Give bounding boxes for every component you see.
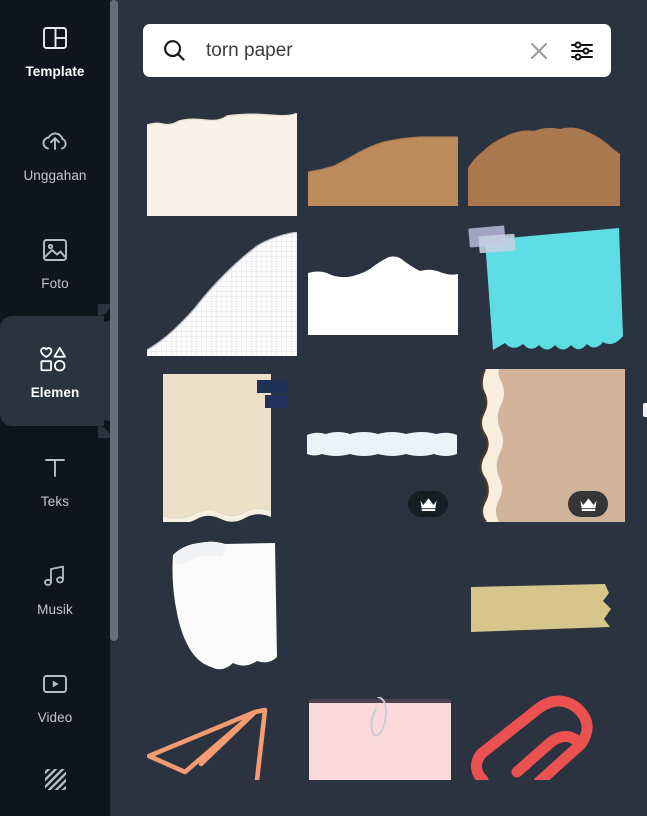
premium-badge — [568, 491, 608, 517]
sidebar-item-background[interactable] — [0, 750, 110, 816]
video-play-icon — [38, 667, 72, 701]
premium-badge — [408, 491, 448, 517]
result-cell-white-torn-paper-band[interactable] — [306, 427, 458, 461]
result-cell-brown-torn-paper-hill[interactable] — [468, 122, 620, 206]
result-cell-pink-paper-with-paperclip[interactable] — [308, 696, 456, 780]
photo-image-icon — [38, 233, 72, 267]
cloud-upload-icon — [38, 125, 72, 159]
sidebar-item-label: Unggahan — [23, 168, 87, 183]
close-x-icon[interactable] — [525, 37, 553, 65]
result-cell-white-paper-scrap[interactable] — [165, 539, 295, 674]
search-input[interactable] — [187, 39, 525, 62]
sidebar-item-label: Musik — [37, 602, 73, 617]
panel-scrollbar-thumb[interactable] — [110, 0, 118, 641]
results-grid — [143, 104, 647, 788]
crown-icon — [579, 497, 597, 511]
collapse-panel-handle[interactable] — [643, 403, 647, 417]
diagonal-stripes-pattern-icon — [38, 762, 72, 796]
elements-results-panel — [110, 0, 647, 816]
shapes-elements-icon — [38, 342, 72, 376]
result-cell-tan-washi-tape-strip[interactable] — [471, 581, 613, 641]
sidebar-item-elemen[interactable]: Elemen — [0, 304, 110, 438]
sidebar-item-musik[interactable]: Musik — [0, 534, 110, 642]
result-cell-beige-note-with-blue-tape[interactable] — [161, 369, 301, 525]
sidebar-item-label: Template — [25, 64, 85, 79]
filter-sliders-icon[interactable] — [567, 36, 597, 66]
result-cell-red-paperclip[interactable] — [465, 694, 625, 788]
sidebar-item-teks[interactable]: Teks — [0, 426, 110, 534]
sidebar-item-label: Video — [37, 710, 73, 725]
results-row — [143, 684, 647, 788]
results-row — [143, 529, 647, 684]
sidebar-item-video[interactable]: Video — [0, 642, 110, 750]
music-note-icon — [38, 559, 72, 593]
sidebar-item-foto[interactable]: Foto — [0, 208, 110, 316]
canva-element-search-screen: Template Unggahan Foto Elemen Teks Musik… — [0, 0, 647, 816]
results-row — [143, 364, 647, 529]
result-cell-kraft-torn-paper-slope[interactable] — [307, 126, 458, 206]
sidebar-item-label: Teks — [40, 494, 70, 509]
result-cell-cream-torn-paper[interactable] — [146, 112, 298, 216]
text-t-icon — [38, 451, 72, 485]
result-cell-cyan-sticky-note-with-tape[interactable] — [463, 224, 623, 358]
result-cell-orange-paper-plane-outline[interactable] — [146, 698, 303, 783]
sidebar-item-label: Elemen — [30, 385, 80, 400]
sidebar-item-template[interactable]: Template — [0, 0, 110, 100]
sidebar-item-label: Foto — [41, 276, 69, 291]
results-row — [143, 104, 647, 224]
result-cell-grid-graph-torn-paper[interactable] — [146, 231, 298, 356]
template-grid-icon — [38, 21, 72, 55]
search-icon — [161, 38, 187, 64]
results-row — [143, 224, 647, 364]
sidebar-item-unggahan[interactable]: Unggahan — [0, 100, 110, 208]
result-cell-white-torn-paper-strip[interactable] — [308, 247, 458, 335]
left-sidebar: Template Unggahan Foto Elemen Teks Musik… — [0, 0, 110, 816]
crown-icon — [419, 497, 437, 511]
search-bar[interactable] — [143, 24, 611, 77]
